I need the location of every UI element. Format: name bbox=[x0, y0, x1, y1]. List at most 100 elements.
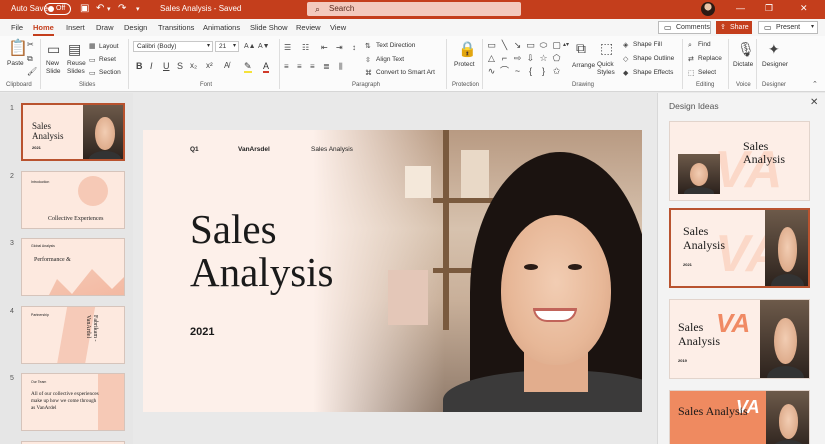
shape-brace-icon[interactable]: { bbox=[525, 66, 536, 76]
shape-rectangle-icon[interactable]: ▭ bbox=[525, 40, 536, 50]
shape-rounded-rect-icon[interactable]: ▢ bbox=[551, 40, 562, 50]
highlight-icon[interactable]: ✎ bbox=[244, 61, 252, 73]
cut-icon[interactable]: ✂ bbox=[27, 40, 34, 50]
reuse-slides-icon[interactable]: ▤ bbox=[68, 42, 81, 56]
align-center-icon[interactable]: ≡ bbox=[297, 62, 302, 72]
autosave-toggle[interactable]: Off bbox=[44, 3, 71, 15]
justify-icon[interactable]: ≣ bbox=[323, 62, 330, 72]
customize-toolbar-icon[interactable]: ▾ bbox=[136, 5, 140, 13]
shape-star-icon[interactable]: ☆ bbox=[538, 53, 549, 63]
replace-button[interactable]: Replace bbox=[698, 55, 722, 62]
underline-icon[interactable]: U bbox=[163, 61, 170, 71]
minimize-icon[interactable]: — bbox=[736, 3, 745, 13]
format-painter-icon[interactable]: 🖌 bbox=[27, 67, 37, 77]
reuse-slides-button[interactable]: Reuse Slides bbox=[67, 60, 89, 76]
copy-icon[interactable]: ⧉ bbox=[27, 54, 33, 64]
new-slide-icon[interactable]: ▭ bbox=[47, 42, 60, 56]
slide-header-company[interactable]: VanArsdel bbox=[238, 146, 270, 153]
present-dropdown-icon[interactable]: ▾ bbox=[811, 22, 814, 33]
clear-formatting-icon[interactable]: A̸ bbox=[224, 61, 229, 71]
paste-icon[interactable]: 📋 bbox=[8, 41, 28, 57]
align-right-icon[interactable]: ≡ bbox=[310, 62, 315, 72]
slide-thumbnail-2[interactable]: Introduction Collective Experiences bbox=[21, 171, 125, 229]
slide-thumbnail-3[interactable]: Global Analysis Performance & bbox=[21, 238, 125, 296]
design-idea-1[interactable]: VA Sales Analysis bbox=[669, 121, 810, 201]
shape-star-small-icon[interactable]: ✩ bbox=[551, 66, 562, 76]
dictate-button[interactable]: Dictate bbox=[733, 61, 753, 68]
shapes-more-icon[interactable]: ▴▾ bbox=[563, 40, 569, 50]
font-size-dropdown[interactable]: 21 bbox=[215, 41, 239, 52]
shape-textbox-icon[interactable]: ▭ bbox=[486, 40, 497, 50]
arrange-button[interactable]: Arrange bbox=[572, 62, 595, 69]
tab-view[interactable]: View bbox=[330, 23, 346, 32]
bullets-icon[interactable]: ☰ bbox=[284, 43, 291, 53]
decrease-font-icon[interactable]: A▼ bbox=[258, 42, 270, 52]
paste-button[interactable]: Paste bbox=[7, 60, 24, 67]
shapes-gallery[interactable]: ▭ ╲ ↘ ▭ ⬭ ▢ △ ⌐ ⇨ ⇩ ☆ ⬠ ∿ ⌒ ~ { } ✩ bbox=[486, 40, 566, 78]
columns-icon[interactable]: ⫼ bbox=[339, 62, 343, 72]
tab-file[interactable]: File bbox=[11, 23, 23, 32]
share-button[interactable]: ⇪ Share bbox=[716, 21, 752, 34]
collapse-ribbon-icon[interactable]: ⌃ bbox=[812, 80, 818, 90]
slide-thumbnail-1[interactable]: Sales Analysis 2021 bbox=[21, 103, 125, 161]
bold-icon[interactable]: B bbox=[136, 61, 143, 71]
shape-line-icon[interactable]: ╲ bbox=[499, 40, 510, 50]
shape-corner-icon[interactable]: ⌐ bbox=[499, 53, 510, 63]
reset-button[interactable]: Reset bbox=[99, 56, 116, 63]
superscript-icon[interactable]: x² bbox=[206, 61, 213, 71]
account-avatar[interactable] bbox=[701, 2, 715, 16]
increase-indent-icon[interactable]: ⇥ bbox=[336, 43, 343, 53]
tab-design[interactable]: Design bbox=[124, 23, 147, 32]
align-text-button[interactable]: Align Text bbox=[376, 56, 404, 63]
arrange-icon[interactable]: ⧉ bbox=[576, 41, 586, 55]
section-button[interactable]: Section bbox=[99, 69, 121, 76]
slide-thumbnail-4[interactable]: Partnership Fabrikam - VanArdel bbox=[21, 306, 125, 364]
slide-year[interactable]: 2021 bbox=[190, 326, 214, 338]
shape-oval-icon[interactable]: ⬭ bbox=[538, 40, 549, 50]
shape-curve-icon[interactable]: ∿ bbox=[486, 66, 497, 76]
shape-triangle-icon[interactable]: △ bbox=[486, 53, 497, 63]
shape-fill-button[interactable]: Shape Fill bbox=[633, 41, 662, 48]
shape-down-arrow-icon[interactable]: ⇩ bbox=[525, 53, 536, 63]
slide-header-q[interactable]: Q1 bbox=[190, 146, 199, 153]
restore-icon[interactable]: ❐ bbox=[765, 3, 773, 14]
slide-canvas[interactable]: Q1 VanArsdel Sales Analysis Sales Analys… bbox=[143, 130, 642, 412]
shape-right-arrow-icon[interactable]: ⇨ bbox=[512, 53, 523, 63]
undo-dropdown-icon[interactable]: ▾ bbox=[107, 5, 111, 13]
undo-icon[interactable]: ↶ bbox=[96, 3, 104, 14]
design-idea-3[interactable]: VA Sales Analysis 2019 bbox=[669, 299, 810, 379]
new-slide-button[interactable]: New Slide bbox=[46, 60, 66, 76]
subscript-icon[interactable]: x₂ bbox=[190, 61, 197, 71]
design-idea-4[interactable]: VA Sales Analysis bbox=[669, 390, 810, 444]
italic-icon[interactable]: I bbox=[150, 61, 153, 71]
close-pane-icon[interactable]: ✕ bbox=[810, 97, 818, 108]
font-color-icon[interactable]: A bbox=[263, 61, 270, 73]
quick-styles-icon[interactable]: ⬚ bbox=[600, 41, 613, 55]
select-button[interactable]: Select bbox=[698, 69, 716, 76]
numbering-icon[interactable]: ☷ bbox=[302, 43, 309, 53]
tab-insert[interactable]: Insert bbox=[66, 23, 85, 32]
shape-freeform-icon[interactable]: ~ bbox=[512, 66, 523, 76]
find-button[interactable]: Find bbox=[698, 41, 711, 48]
redo-icon[interactable]: ↷ bbox=[118, 3, 126, 14]
decrease-indent-icon[interactable]: ⇤ bbox=[321, 43, 328, 53]
present-button[interactable]: ▭ Present ▾ bbox=[758, 21, 818, 34]
increase-font-icon[interactable]: A▲ bbox=[244, 42, 256, 52]
designer-icon[interactable]: ✦ bbox=[768, 42, 780, 56]
shape-outline-button[interactable]: Shape Outline bbox=[633, 55, 674, 62]
convert-smartart-button[interactable]: Convert to Smart Art bbox=[376, 69, 435, 76]
slide-thumbnail-5[interactable]: Our Team All of our collective experienc… bbox=[21, 373, 125, 431]
tab-animations[interactable]: Animations bbox=[203, 23, 240, 32]
slide-title[interactable]: Sales Analysis bbox=[190, 208, 390, 294]
microphone-icon[interactable]: 🎙 bbox=[737, 42, 755, 56]
save-icon[interactable]: ▣ bbox=[80, 3, 89, 14]
shape-effects-button[interactable]: Shape Effects bbox=[633, 69, 673, 76]
tab-slide-show[interactable]: Slide Show bbox=[250, 23, 288, 32]
text-direction-button[interactable]: Text Direction bbox=[376, 42, 415, 49]
font-family-dropdown[interactable]: Calibri (Body) bbox=[133, 41, 213, 52]
close-window-icon[interactable]: ✕ bbox=[800, 3, 808, 14]
protect-button[interactable]: Protect bbox=[454, 61, 475, 68]
tab-review[interactable]: Review bbox=[296, 23, 321, 32]
lock-icon[interactable]: 🔒 bbox=[458, 42, 477, 57]
quick-styles-button[interactable]: Quick Styles bbox=[597, 61, 621, 77]
